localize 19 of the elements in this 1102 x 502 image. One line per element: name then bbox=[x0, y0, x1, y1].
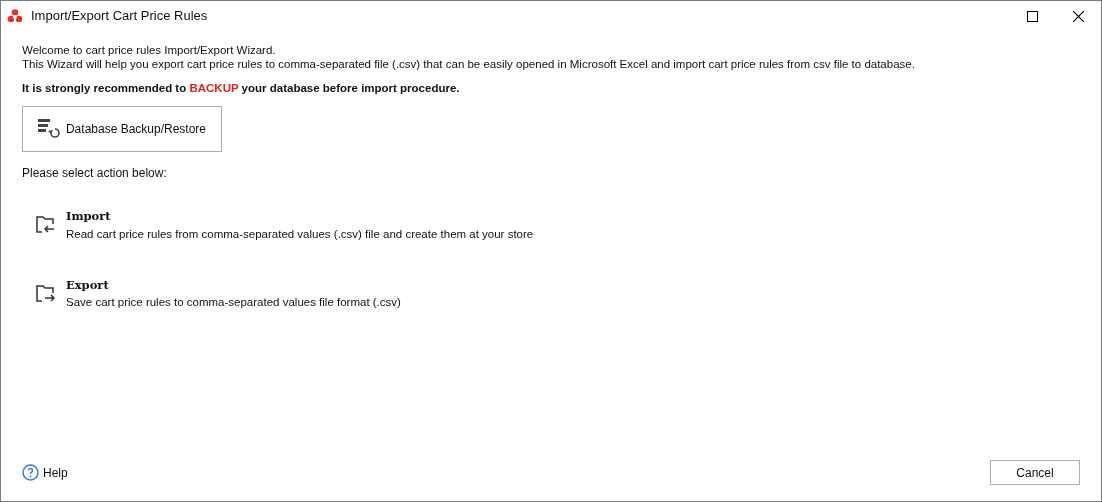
cancel-button[interactable]: Cancel bbox=[990, 460, 1080, 485]
help-link[interactable]: Help bbox=[22, 463, 68, 482]
app-logo-icon bbox=[7, 8, 23, 24]
window-title: Import/Export Cart Price Rules bbox=[31, 7, 208, 26]
action-description: Save cart price rules to comma-separated values file format (.csv) bbox=[66, 295, 401, 310]
action-item[interactable]: Import Read cart price rules from comma-separated values (.csv) file and create them at your store bbox=[34, 208, 1080, 243]
backup-warning: It is strongly recommended to BACKUP your database before import procedure. bbox=[22, 81, 461, 96]
prompt-text: Please select action below: bbox=[22, 165, 168, 183]
action-item[interactable]: Export Save cart price rules to comma-separated values file format (.csv) bbox=[34, 276, 1080, 312]
action-title: Import bbox=[66, 208, 112, 226]
action-description: Read cart price rules from comma-separated values (.csv) file and create them at your store bbox=[66, 226, 534, 242]
action-title: Export bbox=[66, 276, 110, 294]
intro-text: Welcome to cart price rules Import/Export Wizard. bbox=[22, 43, 277, 57]
maximize-icon bbox=[1026, 10, 1038, 22]
backup-restore-button[interactable]: Database Backup/Restore bbox=[22, 106, 222, 153]
close-icon bbox=[1072, 10, 1084, 22]
help-icon bbox=[22, 464, 39, 481]
database-restore-icon bbox=[37, 119, 60, 140]
intro-text: This Wizard will help you export cart price rules to comma-separated file (.csv) that can be easily opened in Microsoft Excel and import cart price rules from csv file to database. bbox=[22, 57, 916, 71]
